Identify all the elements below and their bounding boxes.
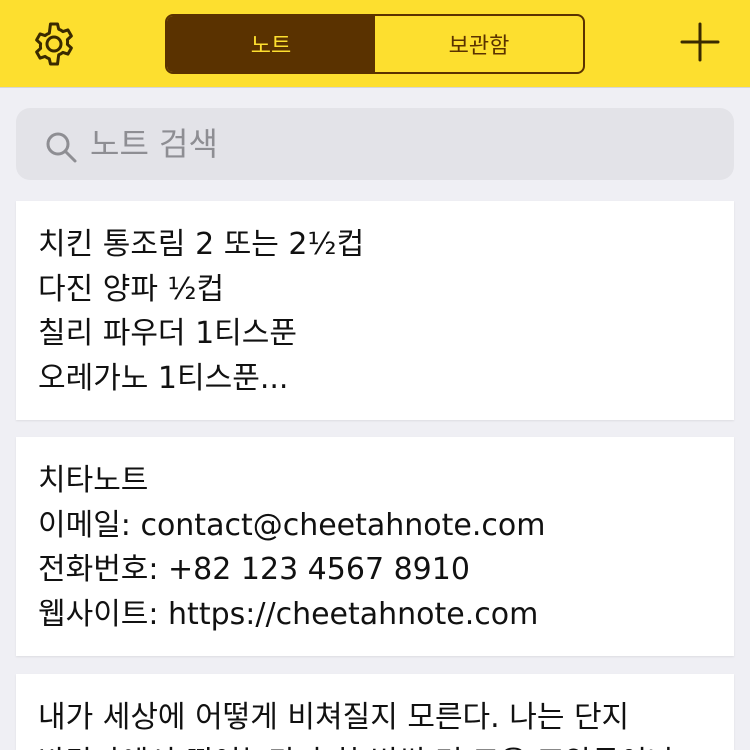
plus-icon[interactable]	[680, 22, 720, 62]
note-line: 바닷가에서 뛰어놀다가 한 번씩 더 고운 조약돌이나	[38, 741, 712, 750]
top-bar: 노트 보관함	[0, 0, 750, 88]
note-card[interactable]: 치킨 통조림 2 또는 2½컵 다진 양파 ½컵 칠리 파우더 1티스푼 오레가…	[16, 201, 734, 420]
search-input[interactable]	[90, 120, 710, 168]
note-line: 치타노트	[38, 463, 149, 498]
tab-archive[interactable]: 보관함	[375, 16, 583, 72]
note-line: 이메일: contact@cheetahnote.com	[38, 507, 546, 543]
gear-icon[interactable]	[30, 20, 78, 68]
note-line: 다진 양파 ½컵	[38, 271, 225, 307]
note-line: 전화번호: +82 123 4567 8910	[38, 552, 470, 587]
note-line: 웹사이트: https://cheetahnote.com	[38, 596, 539, 632]
search-icon	[46, 132, 77, 163]
segmented-control: 노트 보관함	[165, 14, 585, 74]
note-line: 내가 세상에 어떻게 비쳐질지 모른다. 나는 단지	[38, 700, 630, 735]
tab-notes[interactable]: 노트	[167, 16, 375, 72]
note-card[interactable]: 치타노트 이메일: contact@cheetahnote.com 전화번호: …	[16, 437, 734, 656]
note-line: 치킨 통조림 2 또는 2½컵	[38, 227, 365, 262]
note-card[interactable]: 내가 세상에 어떻게 비쳐질지 모른다. 나는 단지 바닷가에서 뛰어놀다가 한…	[16, 674, 734, 750]
note-line: 칠리 파우더 1티스푼	[38, 316, 297, 351]
search-bar	[16, 108, 734, 180]
note-line: 오레가노 1티스푼...	[38, 360, 289, 396]
